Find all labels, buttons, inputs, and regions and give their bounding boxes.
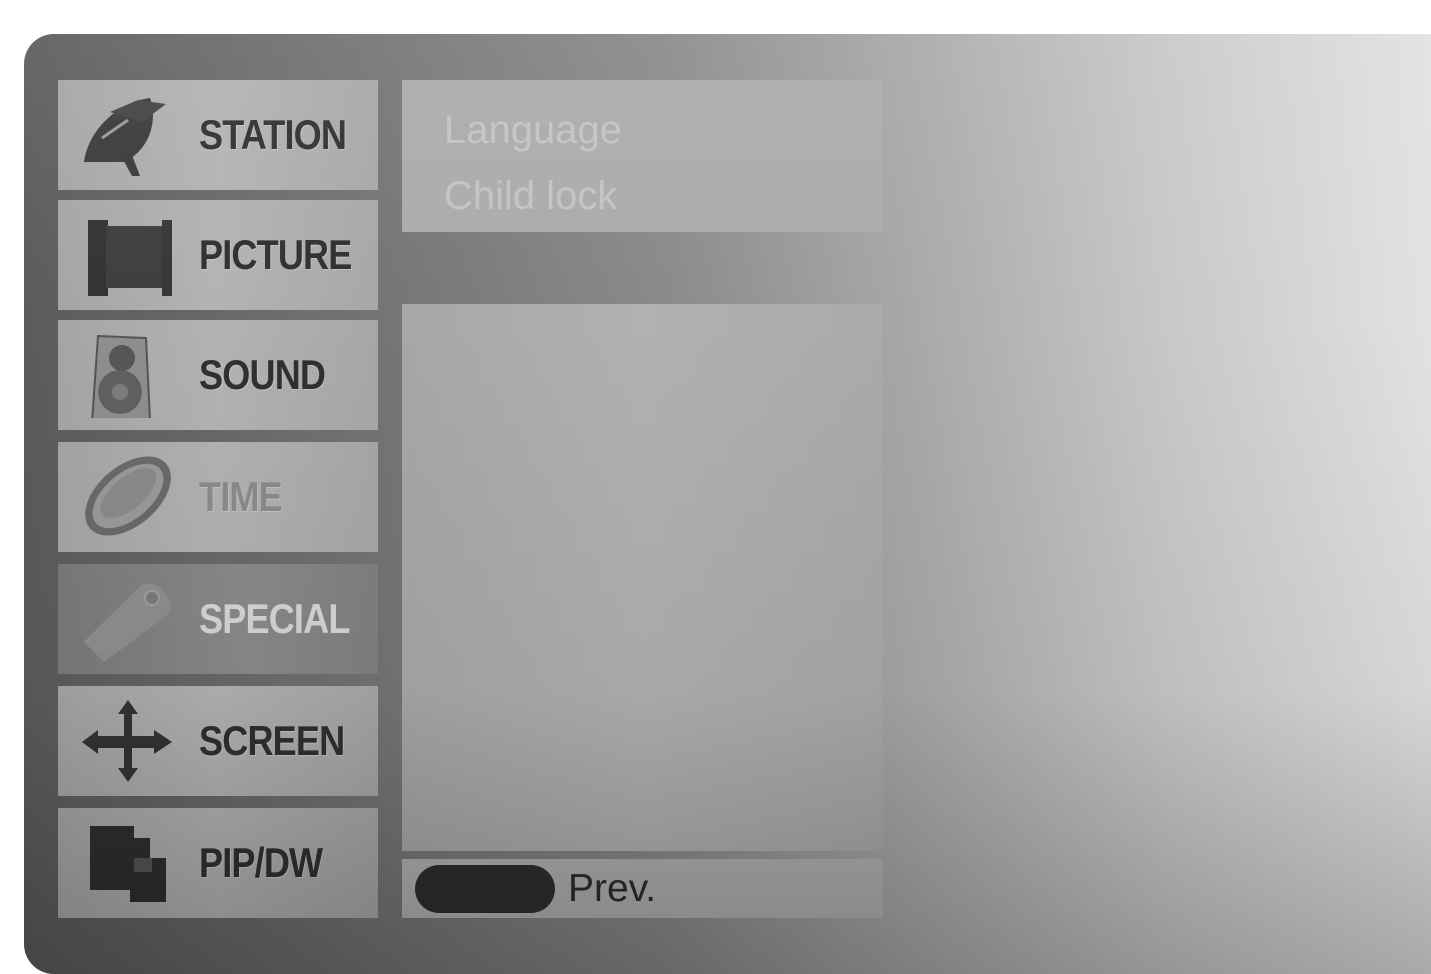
submenu-option-language[interactable]: Language <box>444 108 622 153</box>
satellite-dish-icon <box>84 98 166 176</box>
submenu-option-child-lock[interactable]: Child lock <box>444 174 617 219</box>
osd-menu-panel: STATION PICTURE SOUND TIME SPECIAL SCREE… <box>24 34 1431 974</box>
prev-button[interactable] <box>415 865 555 913</box>
menu-item-station[interactable]: STATION <box>58 80 378 190</box>
menu-item-pip-dw[interactable]: PIP/DW <box>58 808 378 918</box>
tag-icon <box>84 583 171 662</box>
menu-item-time[interactable]: TIME <box>58 442 378 552</box>
menu-item-label: SPECIAL <box>199 595 350 642</box>
submenu-options-box: Language Child lock <box>402 80 883 232</box>
menu-item-label: SCREEN <box>199 717 345 764</box>
menu-item-picture[interactable]: PICTURE <box>58 200 378 310</box>
menu-item-label: PIP/DW <box>199 839 323 886</box>
menu-item-label: PICTURE <box>199 231 352 278</box>
picture-frame-icon <box>88 220 172 296</box>
submenu-footer: Prev. <box>402 859 883 918</box>
menu-item-label: SOUND <box>199 351 326 398</box>
speaker-icon <box>91 334 151 418</box>
menu-item-special[interactable]: SPECIAL <box>58 564 378 674</box>
clock-icon <box>85 456 171 536</box>
pip-icon <box>90 826 166 902</box>
prev-label: Prev. <box>568 867 657 910</box>
menu-item-label: TIME <box>199 473 283 520</box>
menu-item-sound[interactable]: SOUND <box>58 320 378 430</box>
submenu-content-area <box>402 304 883 851</box>
menu-item-screen[interactable]: SCREEN <box>58 686 378 796</box>
menu-item-label: STATION <box>199 111 347 158</box>
move-arrows-icon <box>82 700 172 782</box>
